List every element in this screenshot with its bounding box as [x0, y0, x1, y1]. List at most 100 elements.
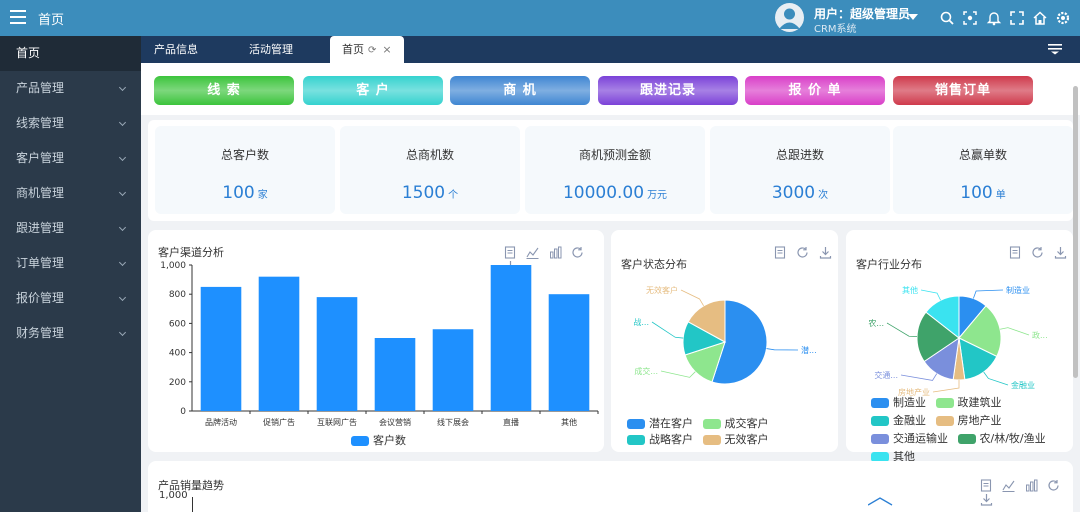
- legend-item[interactable]: 无效客户: [702, 431, 769, 447]
- sidebar-item-label: 跟进管理: [16, 221, 65, 235]
- legend-swatch: [351, 436, 369, 446]
- label-line: [932, 380, 960, 393]
- label-line: [886, 322, 918, 337]
- x-tick-label: 其他: [561, 417, 577, 427]
- home-icon[interactable]: [1032, 10, 1048, 26]
- sales-order-button[interactable]: 销售订单: [893, 76, 1033, 105]
- data-view-icon[interactable]: [980, 479, 992, 492]
- label-line: [766, 348, 799, 351]
- sidebar-item-orders[interactable]: 订单管理: [0, 246, 141, 281]
- chevron-down-icon: [118, 293, 127, 302]
- slice-label: 政...: [1032, 330, 1048, 340]
- bar: [200, 286, 242, 411]
- slice-label: 无效客户: [646, 285, 678, 295]
- stat-card-wins: 总赢单数 100 单: [893, 126, 1073, 214]
- bar-chart-icon[interactable]: [1025, 479, 1038, 492]
- opportunities-button[interactable]: 商 机: [450, 76, 590, 105]
- legend-item[interactable]: 金融业: [871, 412, 926, 430]
- search-icon[interactable]: [939, 10, 955, 26]
- user-avatar[interactable]: [775, 3, 804, 32]
- label-line: [920, 289, 941, 301]
- sidebar-item-label: 线索管理: [16, 116, 65, 130]
- chevron-down-icon: [118, 258, 127, 267]
- legend-item[interactable]: 农/林/牧/渔业: [957, 430, 1046, 448]
- bar-legend: 客户数: [351, 432, 406, 448]
- legend-item[interactable]: 政建筑业: [935, 394, 1002, 412]
- settings-icon[interactable]: [1055, 10, 1071, 26]
- label-line: [983, 371, 1009, 386]
- quotation-button[interactable]: 报 价 单: [745, 76, 885, 105]
- close-icon[interactable]: ×: [382, 43, 391, 56]
- sidebar-item-customers[interactable]: 客户管理: [0, 141, 141, 176]
- legend-item[interactable]: 潜在客户: [627, 415, 693, 431]
- sidebar-item-label: 首页: [16, 46, 41, 60]
- stat-unit: 次: [818, 190, 829, 201]
- chevron-down-icon: [118, 188, 127, 197]
- stats-panel: 总客户数 100 家 总商机数 1500 个 商机预测金额 10000.00 万元 总…: [148, 120, 1073, 221]
- bar: [374, 338, 416, 411]
- chart-toolbox: [974, 479, 1073, 506]
- collapse-menu-icon[interactable]: [1048, 44, 1062, 55]
- slice-label: 金融业: [1011, 380, 1035, 390]
- slice-label: 制造业: [1006, 285, 1030, 295]
- restore-icon[interactable]: [1047, 479, 1060, 492]
- bar: [548, 294, 590, 411]
- sidebar-item-home[interactable]: 首页: [0, 36, 141, 71]
- trend-line-fragment: [868, 497, 893, 506]
- bell-icon[interactable]: [986, 10, 1002, 26]
- user-icon: [779, 8, 800, 29]
- stat-unit: 单: [995, 190, 1006, 201]
- legend-item[interactable]: 战略客户: [627, 431, 693, 447]
- y-axis-line: [192, 497, 193, 512]
- customers-button[interactable]: 客 户: [303, 76, 443, 105]
- quick-action-row: 线 索 客 户 商 机 跟进记录 报 价 单 销售订单: [141, 63, 1080, 115]
- sidebar-item-opportunities[interactable]: 商机管理: [0, 176, 141, 211]
- slice-label: 潜...: [801, 345, 817, 355]
- sidebar-item-products[interactable]: 产品管理: [0, 71, 141, 106]
- x-tick-label: 互联网广告: [317, 417, 357, 427]
- line-chart-icon[interactable]: [1002, 479, 1015, 492]
- leads-button[interactable]: 线 索: [154, 76, 294, 105]
- legend-label[interactable]: 客户数: [373, 434, 406, 447]
- sidebar-item-finance[interactable]: 财务管理: [0, 316, 141, 351]
- page-scrollbar[interactable]: [1073, 86, 1078, 378]
- bar: [490, 265, 532, 411]
- chevron-down-icon: [118, 223, 127, 232]
- label-line: [972, 289, 1004, 299]
- stat-unit: 万元: [647, 190, 668, 201]
- top-header: 首页 用户：超级管理员 CRM系统: [0, 0, 1080, 36]
- status-legend: 潜在客户 成交客户 战略客户 无效客户: [627, 415, 837, 447]
- y-tick-label: 1,000: [159, 490, 188, 501]
- stat-value: 10000.00: [562, 183, 645, 203]
- refresh-icon[interactable]: ⟳: [368, 45, 376, 56]
- sidebar-item-leads[interactable]: 线索管理: [0, 106, 141, 141]
- download-icon[interactable]: [980, 493, 993, 506]
- followup-records-button[interactable]: 跟进记录: [598, 76, 738, 105]
- tab-products[interactable]: 产品信息: [154, 36, 198, 63]
- fullscreen-icon[interactable]: [1009, 10, 1025, 26]
- legend-item[interactable]: 房地产业: [935, 412, 1002, 430]
- tab-bar: 产品信息 活动管理 首页 ⟳ ×: [141, 36, 1080, 63]
- sidebar-item-label: 客户管理: [16, 151, 65, 165]
- legend-item[interactable]: 制造业: [871, 394, 926, 412]
- user-dropdown-icon[interactable]: [908, 14, 918, 20]
- sidebar-item-followups[interactable]: 跟进管理: [0, 211, 141, 246]
- chevron-down-icon: [118, 153, 127, 162]
- legend-item[interactable]: 交通运输业: [871, 430, 948, 448]
- tab-activities[interactable]: 活动管理: [249, 36, 293, 63]
- screenshot-icon[interactable]: [962, 10, 978, 26]
- stat-unit: 个: [448, 190, 459, 201]
- y-tick-label: 0: [180, 407, 186, 417]
- stat-label: 总商机数: [405, 148, 454, 162]
- tab-home[interactable]: 首页 ⟳ ×: [330, 36, 404, 63]
- legend-item[interactable]: 成交客户: [702, 415, 769, 431]
- menu-toggle-icon[interactable]: [10, 10, 26, 26]
- header-home-title[interactable]: 首页: [38, 9, 64, 28]
- y-tick-label: 1,000: [160, 261, 186, 271]
- sidebar-item-quotes[interactable]: 报价管理: [0, 281, 141, 316]
- stat-card-customers: 总客户数 100 家: [155, 126, 335, 214]
- y-tick-label: 200: [169, 378, 186, 388]
- channel-analysis-card: 客户渠道分析 1,000 800 600 400 200 0 品牌活动 促销广告 互联网广告 会议…: [148, 230, 604, 452]
- stat-card-followups: 总跟进数 3000 次: [710, 126, 890, 214]
- y-tick-label: 600: [169, 319, 186, 329]
